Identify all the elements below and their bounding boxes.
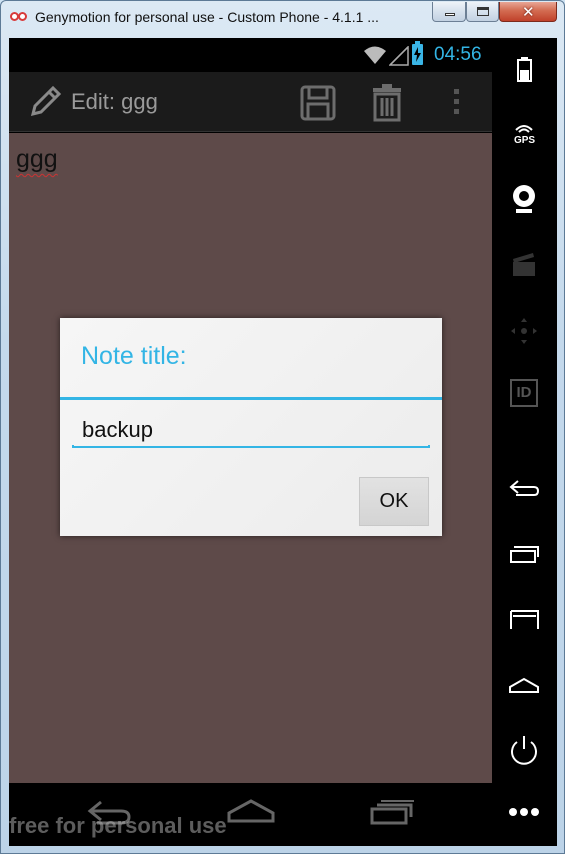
recent-apps-icon[interactable] [492, 543, 557, 565]
power-icon[interactable] [492, 734, 557, 766]
dialog-title: Note title: [81, 342, 187, 370]
device-id-icon[interactable]: ID [510, 379, 538, 407]
gps-icon[interactable] [492, 120, 557, 134]
battery-charging-icon [412, 41, 423, 65]
window-titlebar[interactable]: Genymotion for personal use - Custom Pho… [1, 1, 564, 35]
battery-icon[interactable] [492, 56, 557, 82]
signal-icon [389, 46, 409, 66]
back-icon[interactable] [492, 478, 557, 500]
overflow-menu-icon[interactable] [449, 86, 465, 118]
minimize-button[interactable] [432, 2, 466, 22]
minimize-icon [445, 13, 455, 16]
emulator-toolbar: GPS ID [492, 38, 557, 846]
android-screen: 04:56 Edit: ggg ggg free for personal us… [9, 38, 492, 846]
close-icon: ✕ [522, 3, 535, 21]
status-bar: 04:56 [9, 38, 492, 72]
input-underline [72, 445, 430, 448]
wifi-icon [364, 46, 386, 64]
save-icon[interactable] [299, 84, 337, 122]
action-bar: Edit: ggg [9, 72, 492, 132]
maximize-icon [477, 7, 489, 16]
recent-apps-nav-icon[interactable] [369, 799, 415, 825]
remote-control-icon[interactable] [492, 316, 557, 346]
status-clock: 04:56 [434, 44, 482, 65]
home-icon[interactable] [492, 675, 557, 695]
home-nav-icon[interactable] [227, 799, 275, 825]
note-title-input[interactable] [72, 410, 430, 450]
genymotion-logo-icon [10, 10, 28, 24]
dialog-divider [60, 397, 442, 400]
gps-label: GPS [513, 135, 536, 146]
note-title-dialog: Note title: OK [60, 318, 442, 536]
watermark: free for personal use [9, 813, 227, 838]
note-text[interactable]: ggg [16, 145, 58, 174]
video-capture-icon[interactable] [492, 250, 557, 278]
action-bar-title: Edit: ggg [71, 89, 158, 114]
delete-icon[interactable] [369, 84, 405, 122]
ok-button[interactable]: OK [359, 477, 429, 526]
more-icon[interactable] [492, 806, 557, 818]
maximize-button[interactable] [466, 2, 499, 22]
menu-icon[interactable] [492, 609, 557, 629]
camera-icon[interactable] [492, 183, 557, 215]
close-button[interactable]: ✕ [499, 2, 557, 22]
emulator-window: Genymotion for personal use - Custom Pho… [0, 0, 565, 854]
window-title: Genymotion for personal use - Custom Pho… [35, 9, 379, 25]
pencil-icon[interactable] [27, 84, 63, 120]
